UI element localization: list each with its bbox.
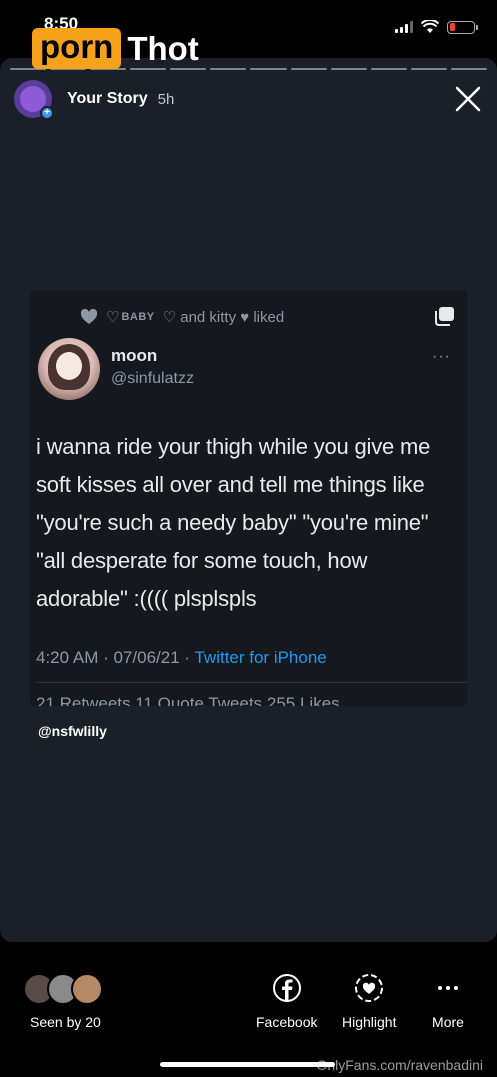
tweet-source: Twitter for iPhone [194, 648, 327, 667]
watermark-footer: OnlyFans.com/ravenbadini [316, 1057, 483, 1073]
tweet-author-handle: @sinfulatzz [111, 370, 194, 387]
wifi-icon [421, 20, 439, 33]
highlight-button[interactable]: Highlight [342, 972, 396, 1030]
story-time: 5h [157, 90, 175, 108]
watermark-logo: porn Thot [32, 28, 199, 69]
tweet-author-name: moon [111, 346, 158, 365]
facebook-icon [272, 974, 301, 1002]
watermark-box-text: porn [32, 28, 122, 69]
tweet-more-icon: ··· [432, 348, 451, 365]
seen-by-label[interactable]: Seen by 20 [30, 1014, 101, 1030]
highlight-label: Highlight [342, 1014, 397, 1030]
liked-prefix: ♡ [106, 309, 120, 326]
tweet-divider [36, 682, 467, 683]
story-viewer[interactable]: + Your Story 5h ♡ BABY ♡ and kitty ♥ lik… [0, 58, 497, 942]
highlight-icon [355, 974, 384, 1002]
tweet-timestamp: 4:20 AM · 07/06/21 · [36, 648, 195, 667]
story-avatar[interactable]: + [14, 80, 54, 120]
battery-icon [447, 20, 478, 34]
close-icon[interactable] [453, 84, 483, 114]
facebook-button[interactable]: Facebook [256, 972, 317, 1030]
story-header: + Your Story 5h [14, 80, 175, 120]
viewers-avatars[interactable] [23, 973, 103, 1005]
copy-icon [435, 307, 454, 326]
tweet-avatar [38, 338, 100, 400]
heart-icon [80, 309, 98, 324]
tweet-card: ♡ BABY ♡ and kitty ♥ liked moon @sinfula… [30, 290, 467, 706]
add-story-icon[interactable]: + [40, 106, 54, 120]
tweet-stats: 21 Retweets 11 Quote Tweets 255 Likes [36, 694, 340, 706]
signal-icon [395, 21, 413, 33]
tweet-meta: 4:20 AM · 07/06/21 · Twitter for iPhone [36, 648, 327, 668]
more-button[interactable]: More [432, 972, 464, 1030]
liked-row: ♡ BABY ♡ and kitty ♥ liked [80, 308, 284, 326]
tweet-text: i wanna ride your thigh while you give m… [36, 434, 431, 611]
watermark-text: Thot [127, 30, 199, 67]
status-icons [395, 20, 478, 34]
home-indicator[interactable] [160, 1062, 335, 1067]
story-username[interactable]: Your Story [67, 90, 148, 108]
facebook-label: Facebook [256, 1014, 318, 1030]
more-icon [438, 986, 458, 990]
more-label: More [432, 1014, 464, 1030]
viewer-avatar [71, 973, 103, 1005]
mention-sticker[interactable]: @nsfwlilly [38, 723, 107, 739]
liked-baby: BABY [121, 311, 155, 323]
liked-suffix: ♡ and kitty ♥ liked [162, 309, 285, 326]
